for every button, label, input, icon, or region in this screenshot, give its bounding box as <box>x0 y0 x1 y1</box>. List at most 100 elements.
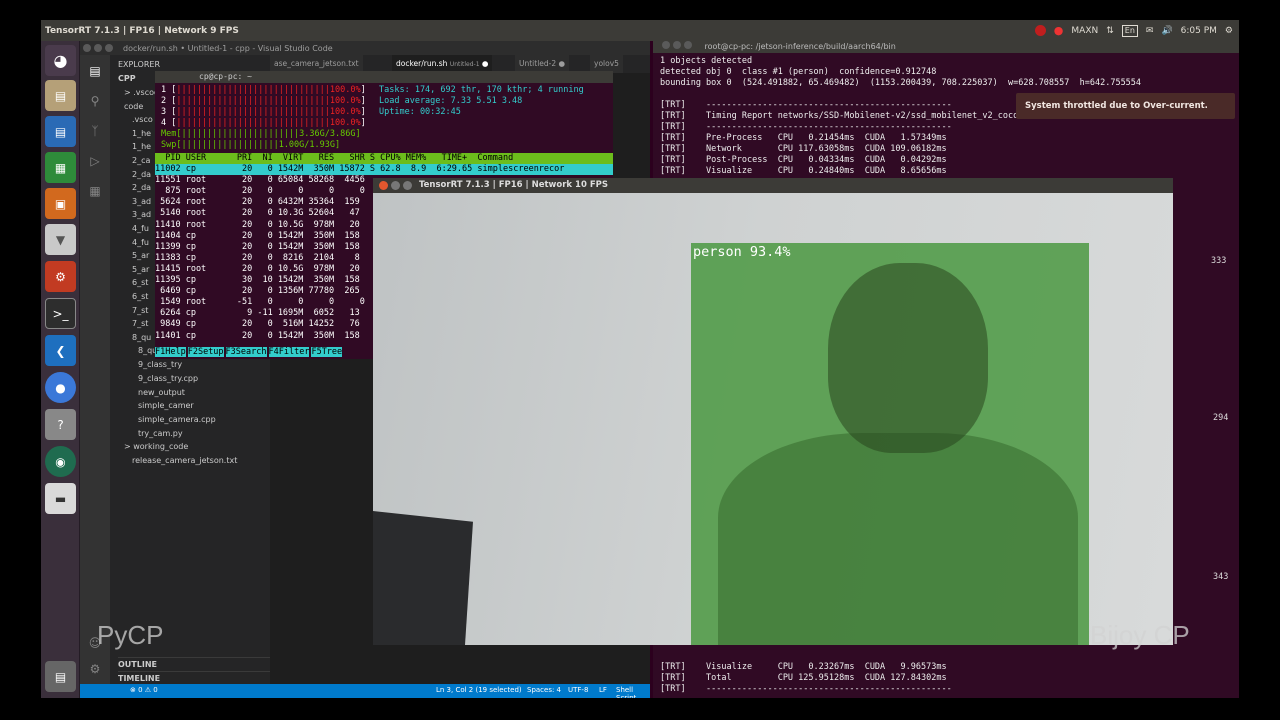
calc-icon[interactable]: ▦ <box>45 152 76 183</box>
ubuntu-logo-icon[interactable]: ◕ <box>45 45 76 76</box>
process-row[interactable]: 11410 root 20 0 10.5G 978M 20 <box>155 220 360 231</box>
explorer-item[interactable]: 7_st <box>132 304 148 317</box>
explorer-item[interactable]: 3_ad <box>132 195 151 208</box>
vscode-titlebar[interactable]: docker/run.sh • Untitled-1 - cpp - Visua… <box>80 41 650 55</box>
eol[interactable]: LF <box>599 686 607 694</box>
drive-icon[interactable]: ▬ <box>45 483 76 514</box>
htop-titlebar[interactable]: cp@cp-pc: ~ <box>155 71 613 83</box>
process-row[interactable]: 11395 cp 30 10 1542M 350M 158 <box>155 275 360 286</box>
explorer-item[interactable]: > working_code <box>124 440 188 453</box>
process-row[interactable]: 6469 cp 20 0 1356M 77780 265 <box>155 286 360 297</box>
process-row[interactable]: 11002 cp 20 0 1542M 350M 15872 S 62.8 8.… <box>155 164 613 175</box>
process-row[interactable]: 1549 root -51 0 0 0 0 <box>155 297 365 308</box>
globe-icon[interactable]: ◉ <box>45 446 76 477</box>
power-mode[interactable]: MAXN <box>1071 26 1098 36</box>
clock[interactable]: 6:05 PM <box>1181 26 1217 36</box>
explorer-item[interactable]: 2_da <box>132 181 151 194</box>
explorer-item[interactable]: 1_he <box>132 127 151 140</box>
files-icon[interactable]: ▤ <box>87 63 103 79</box>
function-key[interactable]: F5Tree <box>311 347 343 357</box>
mail-icon[interactable]: ✉ <box>1146 26 1154 36</box>
vscode-icon[interactable]: ❮ <box>45 335 76 366</box>
explorer-item[interactable]: 3_ad <box>132 208 151 221</box>
search-icon[interactable]: ⚲ <box>87 93 103 109</box>
timeline-section[interactable]: TIMELINE <box>118 671 278 684</box>
process-header[interactable]: PID USER PRI NI VIRT RES SHR S CPU% MEM%… <box>155 153 613 164</box>
explorer-item[interactable]: 8_qu <box>132 331 151 344</box>
process-row[interactable]: 5624 root 20 0 6432M 35364 159 <box>155 197 360 208</box>
explorer-item[interactable]: 6_st <box>132 276 148 289</box>
process-row[interactable]: 11551 root 20 0 65084 58268 4456 <box>155 175 365 186</box>
explorer-item[interactable]: new_output <box>138 386 185 399</box>
minimize-icon[interactable] <box>391 181 400 190</box>
maximize-icon[interactable] <box>684 41 692 49</box>
explorer-item[interactable]: 5_ar <box>132 263 149 276</box>
function-key[interactable]: F4Filter <box>268 347 310 357</box>
explorer-item[interactable]: code <box>124 100 143 113</box>
root-folder[interactable]: CPP <box>118 72 136 85</box>
explorer-item[interactable]: release_camera_jetson.txt <box>132 454 237 467</box>
maximize-icon[interactable] <box>105 44 113 52</box>
process-row[interactable]: 11415 root 20 0 10.5G 978M 20 <box>155 264 360 275</box>
outline-section[interactable]: OUTLINE <box>118 657 278 670</box>
volume-icon[interactable]: 🔊 <box>1161 26 1172 36</box>
explorer-item[interactable]: simple_camer <box>138 399 194 412</box>
files-icon[interactable]: ▤ <box>45 80 76 111</box>
detection-titlebar[interactable]: TensorRT 7.1.3 | FP16 | Network 10 FPS <box>373 178 1173 193</box>
process-row[interactable]: 6264 cp 9 -11 1695M 6052 13 <box>155 308 360 319</box>
explorer-item[interactable]: 9_class_try <box>138 358 182 371</box>
process-row[interactable]: 11399 cp 20 0 1542M 350M 158 <box>155 242 360 253</box>
close-icon[interactable] <box>662 41 670 49</box>
record-indicator-icon[interactable] <box>1034 25 1046 36</box>
minimize-icon[interactable] <box>94 44 102 52</box>
network-icon[interactable]: ⇅ <box>1106 26 1114 36</box>
process-row[interactable]: 9849 cp 20 0 516M 14252 76 <box>155 319 360 330</box>
close-icon[interactable] <box>83 44 91 52</box>
run-icon[interactable]: ▷ <box>87 153 103 169</box>
trash-icon[interactable]: ▤ <box>45 661 76 692</box>
process-row[interactable]: 11404 cp 20 0 1542M 350M 158 <box>155 231 360 242</box>
close-icon[interactable] <box>379 181 388 190</box>
chromium-icon[interactable]: ● <box>45 372 76 403</box>
gear-icon[interactable]: ⚙ <box>1225 26 1233 36</box>
process-row[interactable]: 11383 cp 20 0 8216 2104 8 <box>155 253 360 264</box>
source-control-icon[interactable]: ᛉ <box>87 123 103 139</box>
explorer-item[interactable]: 7_st <box>132 317 148 330</box>
help-icon[interactable]: ? <box>45 409 76 440</box>
explorer-item[interactable]: 4_fu <box>132 222 149 235</box>
function-key[interactable]: F1Help <box>155 347 186 357</box>
explorer-item[interactable]: 6_st <box>132 290 148 303</box>
problems-indicator[interactable]: ⊗ 0 ⚠ 0 <box>130 686 158 694</box>
maximize-icon[interactable] <box>403 181 412 190</box>
explorer-item[interactable]: 9_class_try.cpp <box>138 372 198 385</box>
manage-gear-icon[interactable]: ⚙ <box>87 661 103 677</box>
terminal-titlebar[interactable]: root@cp-pc: /jetson-inference/build/aarc… <box>653 41 1239 53</box>
process-row[interactable]: 11401 cp 20 0 1542M 350M 158 <box>155 331 360 342</box>
explorer-item[interactable]: 2_ca <box>132 154 150 167</box>
explorer-item[interactable]: 1_he <box>132 140 151 153</box>
explorer-item[interactable]: try_cam.py <box>138 427 183 440</box>
explorer-item[interactable]: 5_ar <box>132 249 149 262</box>
explorer-item[interactable]: 4_fu <box>132 236 149 249</box>
settings-icon[interactable]: ⚙ <box>45 261 76 292</box>
impress-icon[interactable]: ▣ <box>45 188 76 219</box>
warning-icon[interactable]: ● <box>1054 24 1064 37</box>
writer-icon[interactable]: ▤ <box>45 116 76 147</box>
process-row[interactable]: 5140 root 20 0 10.3G 52604 47 <box>155 208 360 219</box>
process-row[interactable]: 875 root 20 0 0 0 0 <box>155 186 365 197</box>
explorer-item[interactable]: .vsco <box>132 113 153 126</box>
minimize-icon[interactable] <box>673 41 681 49</box>
extensions-icon[interactable]: ▦ <box>87 183 103 199</box>
explorer-item[interactable]: 2_da <box>132 168 151 181</box>
encoding[interactable]: UTF-8 <box>568 686 588 694</box>
indent-setting[interactable]: Spaces: 4 <box>527 686 561 694</box>
software-center-icon[interactable]: ▼ <box>45 224 76 255</box>
function-key[interactable]: F3Search <box>225 347 267 357</box>
cursor-position[interactable]: Ln 3, Col 2 (19 selected) <box>436 686 522 694</box>
keyboard-layout[interactable]: En <box>1121 24 1138 37</box>
terminal-icon[interactable]: >_ <box>45 298 76 329</box>
language-mode[interactable]: Shell Script <box>616 686 650 698</box>
throttle-notification[interactable]: System throttled due to Over-current. <box>1016 93 1235 119</box>
explorer-item[interactable]: simple_camera.cpp <box>138 413 216 426</box>
function-key[interactable]: F2Setup <box>187 347 224 357</box>
